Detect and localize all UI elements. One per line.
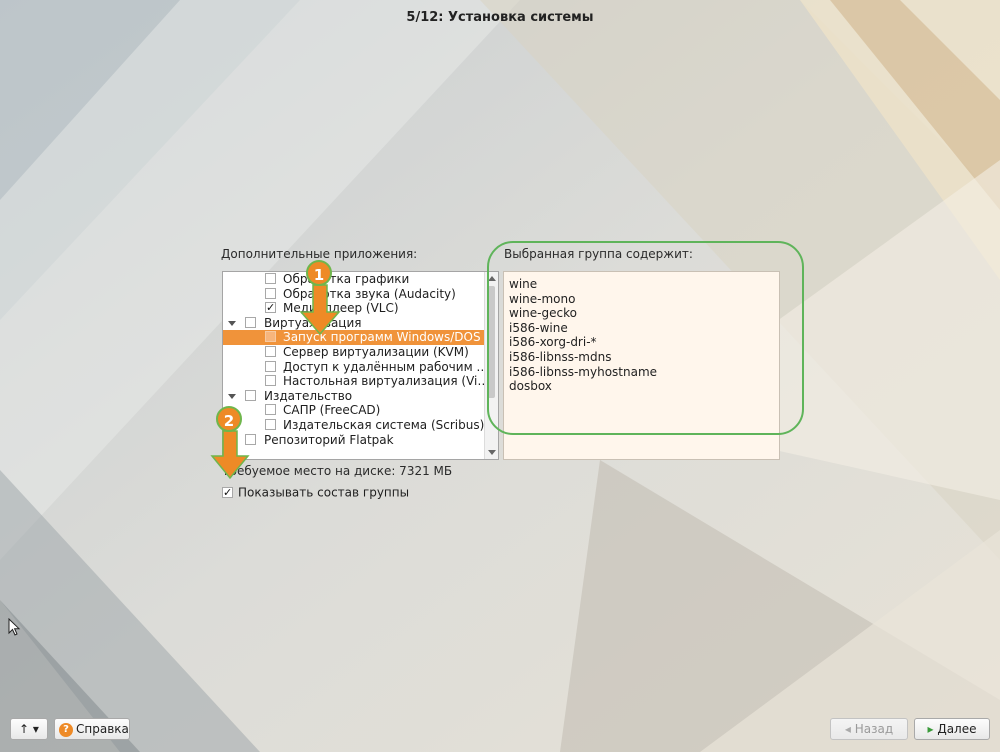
menu-button[interactable]: ↑ ▾ <box>10 718 48 740</box>
chevron-right-icon: ▸ <box>927 722 938 736</box>
next-button[interactable]: ▸ Далее <box>914 718 990 740</box>
help-icon: ? <box>59 722 73 737</box>
back-label: Назад <box>854 722 894 736</box>
annotation-badge-2: 2 <box>216 406 242 432</box>
next-label: Далее <box>937 722 977 736</box>
annotation-arrows <box>210 284 341 480</box>
help-label: Справка <box>76 722 129 736</box>
mouse-cursor-icon <box>8 618 21 636</box>
annotation-badge-1: 1 <box>306 260 332 286</box>
back-button[interactable]: ◂ Назад <box>830 718 908 740</box>
chevron-left-icon: ◂ <box>844 722 855 736</box>
help-button[interactable]: ? Справка <box>54 718 130 740</box>
